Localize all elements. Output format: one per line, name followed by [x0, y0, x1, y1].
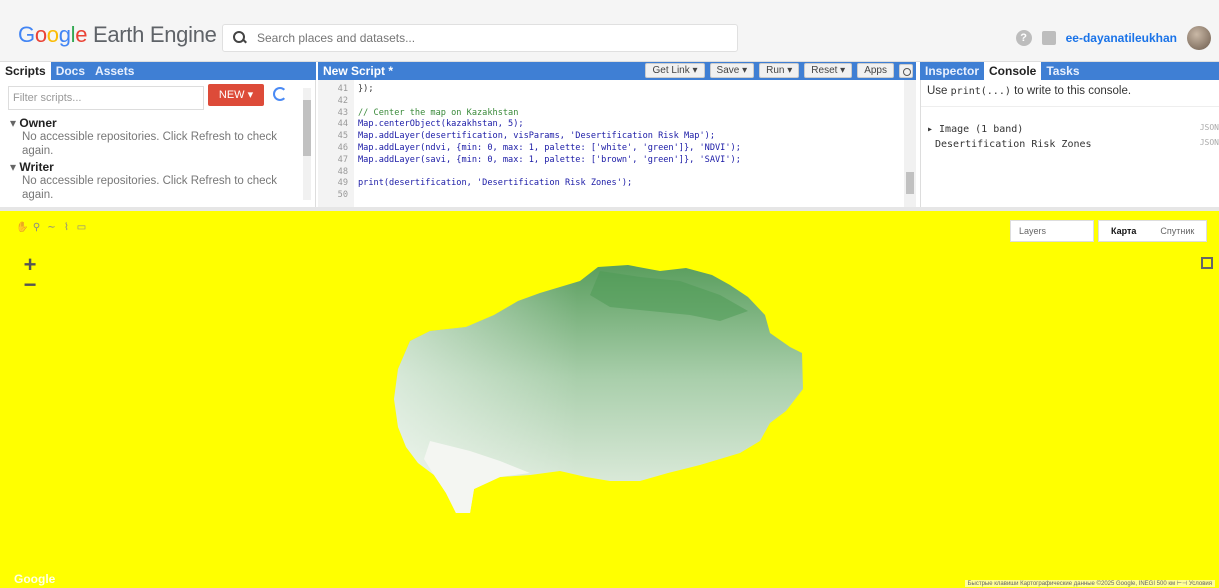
rectangle-draw-icon[interactable]: ▭ [76, 222, 87, 233]
tab-assets[interactable]: Assets [90, 62, 139, 80]
line-number: 48 [337, 166, 348, 177]
json-link[interactable]: JSON [1200, 138, 1219, 147]
help-icon[interactable]: ? [1015, 30, 1032, 46]
line-number: 41 [337, 84, 348, 94]
image-object-toggle[interactable]: ▸ Image (1 band) [927, 122, 1092, 137]
code-line[interactable]: 47 Map.addLayer(savi, {min: 0, max: 1, pa… [318, 155, 916, 166]
search-box[interactable] [222, 24, 738, 52]
line-number: 44 [337, 119, 348, 130]
code-text: Map.addLayer(savi, {min: 0, max: 1, pale… [358, 154, 741, 165]
filter-scripts-input[interactable]: Filter scripts... [8, 86, 204, 110]
code-line[interactable]: 42 [318, 96, 916, 107]
line-draw-icon[interactable]: ∼ [46, 222, 57, 233]
map-type-toggle: Карта Спутник [1098, 220, 1208, 242]
map-view[interactable]: ✋ ⚲ ∼ ⌇ ▭ + − Layers Карта Спутник Googl… [0, 211, 1219, 588]
desertification-raster-layer [394, 265, 803, 513]
code-text: }); [358, 84, 374, 94]
line-number: 42 [337, 95, 348, 106]
code-text: // Center the map on Kazakhstan [358, 107, 519, 118]
line-number: 49 [337, 178, 348, 189]
scrollbar-thumb[interactable] [303, 100, 311, 156]
top-bar: Google Earth Engine ? ee-dayanatileukhan [0, 0, 1219, 62]
new-button[interactable]: NEW ▾ [208, 84, 264, 106]
user-name[interactable]: ee-dayanatileukhan [1066, 31, 1177, 45]
code-line[interactable]: 49 print(desertification, 'Desertificatio… [318, 178, 916, 189]
point-marker-icon[interactable]: ⚲ [31, 222, 42, 233]
apps-button[interactable]: Apps [857, 63, 894, 78]
console-output: ▸ Image (1 band) Desertification Risk Zo… [927, 122, 1092, 152]
console-print-label: Desertification Risk Zones [935, 139, 1092, 150]
tab-tasks[interactable]: Tasks [1041, 62, 1084, 80]
pan-hand-icon[interactable]: ✋ [16, 222, 28, 233]
tab-docs[interactable]: Docs [51, 62, 90, 80]
map-type-satellite[interactable]: Спутник [1148, 221, 1206, 241]
drawing-tools: ✋ ⚲ ∼ ⌇ ▭ [16, 222, 87, 233]
gear-icon[interactable] [899, 63, 913, 78]
line-number: 45 [337, 131, 348, 142]
tab-inspector[interactable]: Inspector [920, 62, 984, 80]
code-editor[interactable]: 41}); 42 43// Center the map on Kazakhstan… [318, 80, 916, 207]
code-line[interactable]: 46 Map.addLayer(ndvi, {min: 0, max: 1, pa… [318, 143, 916, 154]
map-attribution[interactable]: Быстрые клавиши Картографические данные … [964, 580, 1215, 587]
editor-toolbar: Get Link ▾ Save ▾ Run ▾ Reset ▾ Apps [645, 63, 913, 78]
code-line[interactable]: 44 Map.centerObject(kazakhstan, 5); [318, 119, 916, 130]
console-panel: Use print(...) to write to this console.… [920, 80, 1219, 207]
tree-section-owner[interactable]: Owner [10, 116, 290, 130]
google-watermark: Google [14, 572, 56, 586]
tab-scripts[interactable]: Scripts [0, 62, 51, 80]
writer-message: No accessible repositories. Click Refres… [22, 175, 278, 201]
line-number: 47 [337, 154, 348, 165]
console-hint: Use print(...) to write to this console. [927, 85, 1132, 97]
polygon-draw-icon[interactable]: ⌇ [61, 222, 72, 233]
tab-console[interactable]: Console [984, 62, 1042, 80]
left-panel-tabs: Scripts Docs Assets [0, 62, 316, 80]
reset-button[interactable]: Reset ▾ [804, 63, 853, 78]
code-text: Map.addLayer(desertification, visParams,… [358, 131, 715, 142]
line-number: 46 [337, 143, 348, 153]
fullscreen-icon[interactable] [1201, 257, 1213, 269]
owner-message: No accessible repositories. Click Refres… [22, 131, 278, 157]
feedback-icon[interactable] [1041, 31, 1056, 45]
right-panel-tabs: Inspector Console Tasks [920, 62, 1219, 80]
editor-scrollbar[interactable] [904, 80, 916, 207]
save-button[interactable]: Save ▾ [709, 63, 755, 78]
scripts-panel: Filter scripts... NEW ▾ Owner No accessi… [0, 80, 316, 207]
line-number: 50 [337, 190, 348, 201]
map-type-map[interactable]: Карта [1099, 221, 1148, 241]
get-link-button[interactable]: Get Link ▾ [645, 63, 705, 78]
code-line[interactable]: 41}); [318, 84, 916, 95]
json-link[interactable]: JSON [1200, 123, 1219, 132]
script-title[interactable]: New Script * [318, 62, 398, 80]
scripts-scrollbar[interactable] [303, 88, 311, 200]
code-line[interactable]: 45 Map.addLayer(desertification, visParam… [318, 131, 916, 142]
code-text: Map.centerObject(kazakhstan, 5); [358, 119, 524, 130]
code-line[interactable]: 48 [318, 167, 916, 178]
google-earth-engine-logo[interactable]: Google Earth Engine [18, 22, 217, 48]
zoom-control: + − [20, 254, 40, 296]
code-text: Map.addLayer(ndvi, {min: 0, max: 1, pale… [358, 143, 741, 153]
code-line[interactable]: 43 // Center the map on Kazakhstan [318, 108, 916, 119]
search-icon [233, 31, 247, 45]
zoom-out-button[interactable]: − [20, 274, 40, 296]
code-line[interactable]: 50 [318, 190, 916, 201]
run-button[interactable]: Run ▾ [759, 63, 800, 78]
code-text: print(desertification, 'Desertification … [358, 178, 633, 189]
line-number: 43 [337, 107, 348, 118]
avatar[interactable] [1187, 26, 1211, 50]
repository-tree: Owner No accessible repositories. Click … [10, 114, 290, 202]
account-area: ? ee-dayanatileukhan [1015, 26, 1211, 50]
refresh-icon[interactable] [273, 87, 287, 101]
scrollbar-thumb[interactable] [906, 172, 914, 194]
layers-dropdown[interactable]: Layers [1010, 220, 1094, 242]
search-input[interactable] [257, 31, 717, 45]
tree-section-writer[interactable]: Writer [10, 160, 290, 174]
divider [921, 106, 1219, 107]
